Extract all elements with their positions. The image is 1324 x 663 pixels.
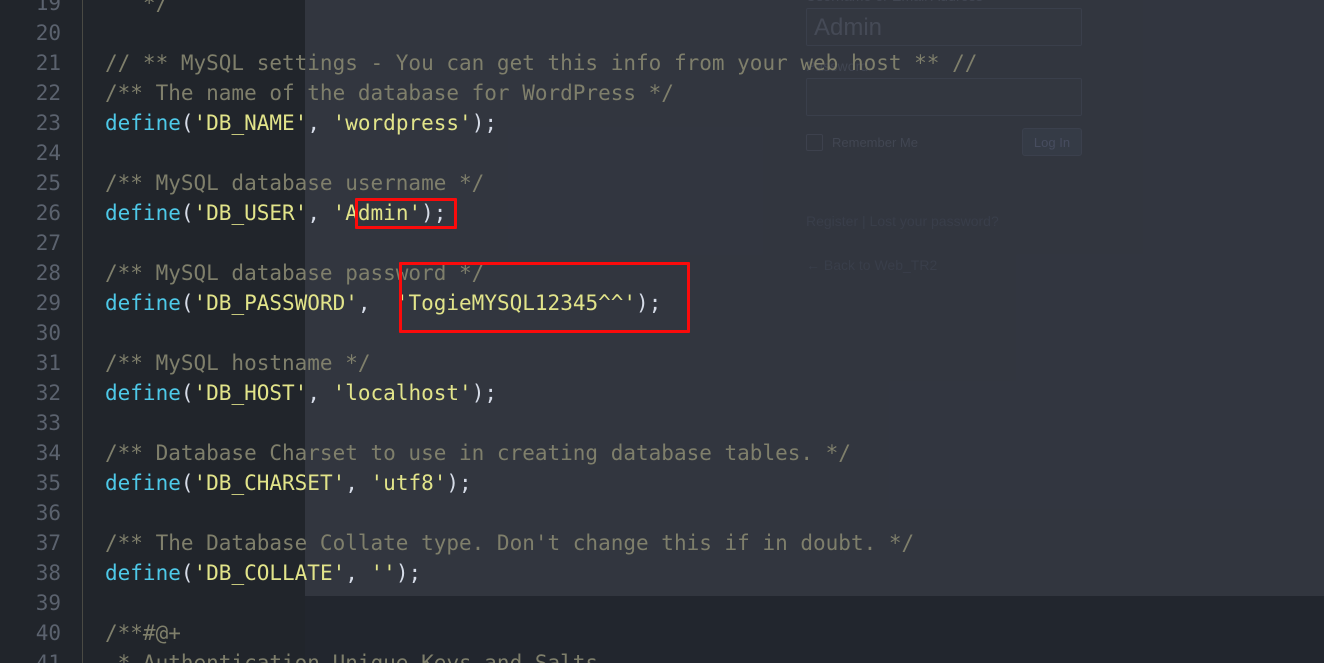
token-fn: define (105, 201, 181, 225)
line-number: 29 (35, 291, 61, 315)
code-line[interactable]: // ** MySQL settings - You can get this … (105, 48, 977, 78)
token-comment: */ (105, 0, 169, 15)
code-line[interactable]: /** MySQL hostname */ (105, 348, 371, 378)
code-line[interactable]: define('DB_HOST', 'localhost'); (105, 378, 497, 408)
line-number: 30 (35, 321, 61, 345)
token-fn: define (105, 111, 181, 135)
token-punc: , (345, 471, 371, 495)
token-punc: , (357, 291, 396, 315)
token-punc: , (307, 381, 333, 405)
token-punc: , (345, 561, 371, 585)
code-line[interactable]: */ (105, 0, 168, 18)
line-number: 35 (35, 471, 61, 495)
line-number: 39 (35, 591, 61, 615)
token-comment: /** MySQL database username */ (105, 171, 485, 195)
token-punc: ( (180, 561, 194, 585)
code-line[interactable]: /** MySQL database username */ (105, 168, 484, 198)
line-number: 40 (35, 621, 61, 645)
token-str: 'localhost' (332, 381, 472, 405)
token-str: '' (370, 561, 396, 585)
line-number: 21 (35, 51, 61, 75)
code-line[interactable]: define('DB_COLLATE', ''); (105, 558, 421, 588)
token-str: 'DB_USER' (193, 201, 308, 225)
line-number: 23 (35, 111, 61, 135)
token-comment: /** The Database Collate type. Don't cha… (105, 531, 915, 555)
line-number: 27 (35, 231, 61, 255)
line-number: 19 (35, 0, 61, 15)
token-punc: ); (471, 381, 497, 405)
token-punc: ( (180, 381, 194, 405)
token-str: 'DB_PASSWORD' (193, 291, 358, 315)
line-number: 25 (35, 171, 61, 195)
line-number: 31 (35, 351, 61, 375)
token-str: 'DB_HOST' (193, 381, 308, 405)
line-number: 33 (35, 411, 61, 435)
line-number: 32 (35, 381, 61, 405)
token-comment: /** Database Charset to use in creating … (105, 441, 851, 465)
token-comment: /**#@+ (105, 621, 181, 645)
token-punc: ); (471, 111, 497, 135)
token-punc: , (307, 111, 333, 135)
code-line[interactable]: * Authentication Unique Keys and Salts. (105, 648, 611, 663)
token-fn: define (105, 471, 181, 495)
token-punc: , (307, 201, 333, 225)
code-line[interactable]: /**#@+ (105, 618, 181, 648)
line-number: 38 (35, 561, 61, 585)
line-number: 41 (35, 651, 61, 663)
token-comment: * Authentication Unique Keys and Salts. (105, 651, 611, 663)
screen: Username or Email Address Admin Password… (0, 0, 1324, 663)
token-punc: ( (180, 291, 194, 315)
code-line[interactable]: /** The Database Collate type. Don't cha… (105, 528, 914, 558)
line-number: 37 (35, 531, 61, 555)
line-number-gutter: 19 20 21 22 23 24 25 26 27 28 29 30 31 32 33 34 35 36 37 38… (0, 0, 83, 663)
code-line[interactable]: /** Database Charset to use in creating … (105, 438, 851, 468)
line-number: 34 (35, 441, 61, 465)
token-punc: ( (180, 471, 194, 495)
token-fn: define (105, 561, 181, 585)
token-fn: define (105, 291, 181, 315)
annotation-box-db-password (399, 262, 690, 333)
code-area[interactable]: 19 20 21 22 23 24 25 26 27 28 29 30 31 32 33 34 35 36 37 38… (0, 0, 1324, 663)
token-comment: /** The name of the database for WordPre… (105, 81, 674, 105)
line-number: 28 (35, 261, 61, 285)
code-line[interactable]: define('DB_NAME', 'wordpress'); (105, 108, 497, 138)
line-number: 36 (35, 501, 61, 525)
line-number: 22 (35, 81, 61, 105)
token-fn: define (105, 381, 181, 405)
token-str: 'DB_NAME' (193, 111, 308, 135)
token-comment: // ** MySQL settings - You can get this … (105, 51, 978, 75)
token-punc: ( (180, 111, 194, 135)
annotation-box-db-user (355, 198, 457, 229)
line-number: 26 (35, 201, 61, 225)
token-punc: ); (395, 561, 422, 585)
line-number: 24 (35, 141, 61, 165)
token-str: 'DB_COLLATE' (193, 561, 346, 585)
line-number: 20 (35, 21, 61, 45)
code-line[interactable]: /** The name of the database for WordPre… (105, 78, 674, 108)
code-line[interactable]: define('DB_CHARSET', 'utf8'); (105, 468, 472, 498)
token-punc: ); (446, 471, 472, 495)
token-comment: /** MySQL hostname */ (105, 351, 371, 375)
token-str: 'utf8' (370, 471, 447, 495)
token-str: 'DB_CHARSET' (193, 471, 346, 495)
token-punc: ( (180, 201, 194, 225)
token-str: 'wordpress' (332, 111, 472, 135)
